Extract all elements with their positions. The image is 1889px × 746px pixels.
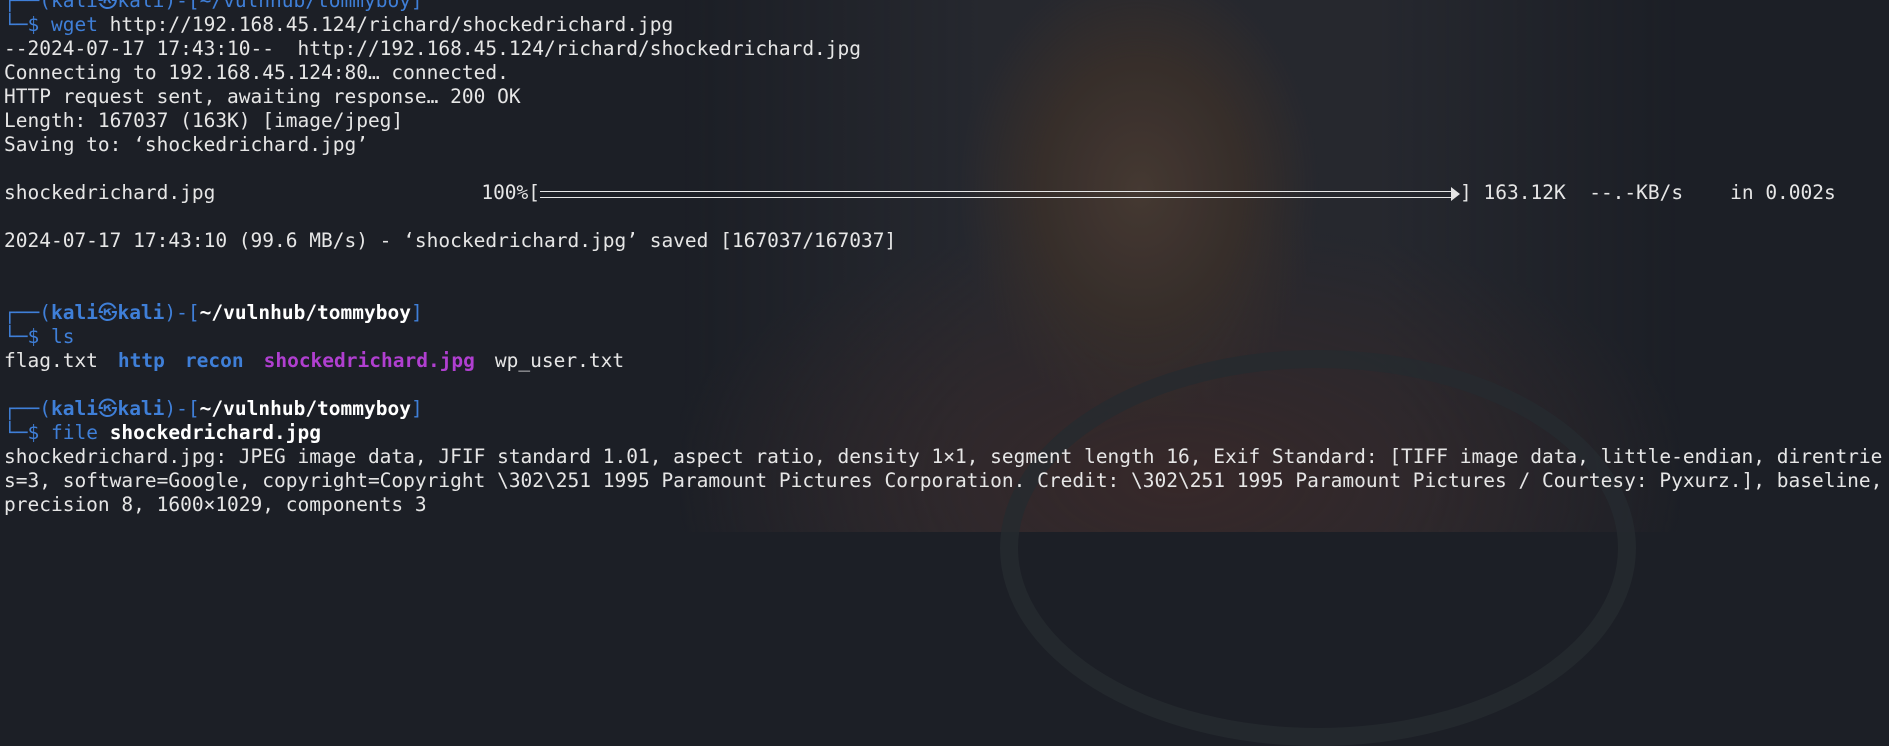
command-line: └─$ file shockedrichard.jpg (4, 421, 322, 444)
ls-item-image: shockedrichard.jpg (263, 349, 475, 372)
output-line: HTTP request sent, awaiting response… 20… (4, 85, 521, 108)
output-line: Connecting to 192.168.45.124:80… connect… (4, 61, 509, 84)
command: wget (50, 13, 98, 36)
ls-item-directory: http (117, 349, 165, 372)
prompt-line: ┌──(kali㉿kali)-[~/vulnhub/tommyboy] (4, 0, 423, 12)
output-line: Saving to: ‘shockedrichard.jpg’ (4, 133, 368, 156)
progress-filename: shockedrichard.jpg (4, 181, 216, 204)
output-line: --2024-07-17 17:43:10-- http://192.168.4… (4, 37, 862, 60)
prompt-line: ┌──(kali㉿kali)-[~/vulnhub/tommyboy] (4, 301, 423, 324)
command: file (50, 421, 98, 444)
progress-size: 163.12K (1483, 181, 1566, 204)
ls-output: flag.txt http recon shockedrichard.jpg wp_us… (4, 349, 1889, 373)
ls-item-file: wp_user.txt (494, 349, 625, 372)
prompt-path: ~/vulnhub/tommyboy (199, 301, 411, 324)
output-line: Length: 167037 (163K) [image/jpeg] (4, 109, 404, 132)
progress-speed: --.-KB/s (1589, 181, 1684, 204)
command-arg: http://192.168.45.124/richard/shockedric… (97, 13, 674, 36)
command-arg: shockedrichard.jpg (109, 421, 322, 444)
progress-line: shockedrichard.jpg 100%[] 163.12K --.-KB/… (4, 181, 1836, 204)
ls-item-directory: recon (184, 349, 244, 372)
progress-bar (540, 186, 1461, 201)
ls-item-file: flag.txt (4, 349, 98, 372)
terminal-output[interactable]: ┌──(kali㉿kali)-[~/vulnhub/tommyboy] └─$ … (4, 0, 1889, 517)
output-line: 2024-07-17 17:43:10 (99.6 MB/s) - ‘shock… (4, 229, 897, 252)
prompt-path: ~/vulnhub/tommyboy (199, 397, 411, 420)
prompt-line: ┌──(kali㉿kali)-[~/vulnhub/tommyboy] (4, 397, 423, 420)
file-output: shockedrichard.jpg: JPEG image data, JFI… (4, 445, 1883, 516)
command-line: └─$ ls (4, 325, 75, 348)
progress-percent: 100%[ (481, 181, 541, 204)
progress-time: in 0.002s (1730, 181, 1836, 204)
command-line: └─$ wget http://192.168.45.124/richard/s… (4, 13, 674, 36)
command: ls (50, 325, 75, 348)
